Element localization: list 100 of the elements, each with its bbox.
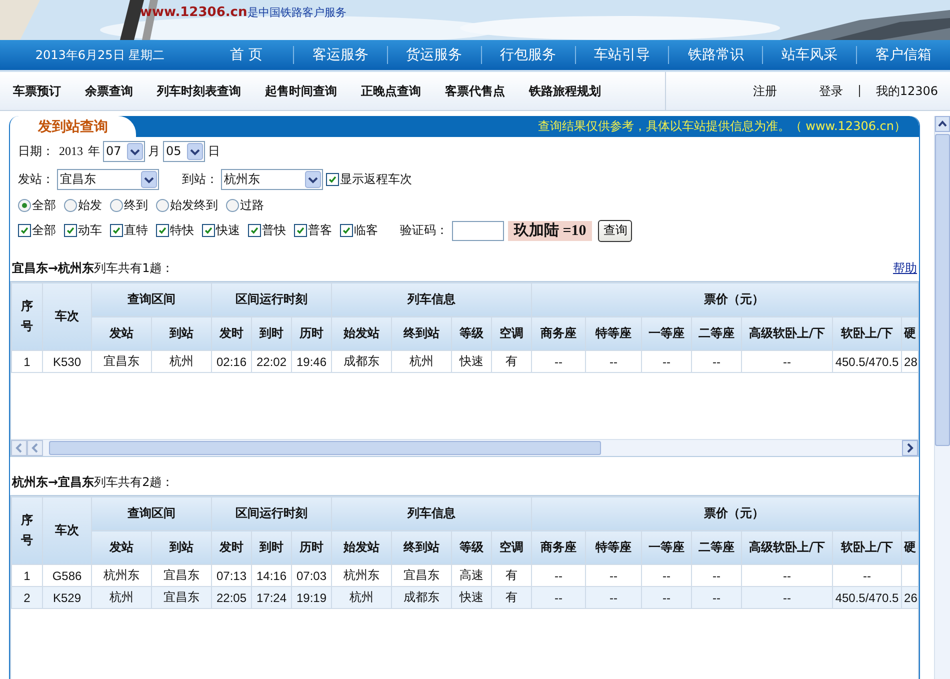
account-link[interactable]: 我的12306 (858, 85, 938, 97)
horizontal-scrollbar[interactable] (11, 439, 918, 456)
sub-nav-link[interactable]: 起售时间查询 (265, 82, 337, 100)
table-cell: 450.5/470.5 (832, 350, 902, 372)
sub-nav-link[interactable]: 正晚点查询 (361, 82, 421, 100)
nav-link[interactable]: 客户信箱 (856, 46, 950, 64)
column-header: 高级软卧上/下 (742, 316, 833, 350)
account-link[interactable]: 登录 (792, 82, 859, 100)
radio-label: 过路 (240, 197, 264, 214)
sub-nav-link[interactable]: 车票预订 (13, 82, 61, 100)
captcha-field[interactable] (452, 220, 504, 240)
table-cell: 杭州 (92, 586, 152, 608)
checkbox[interactable] (156, 224, 169, 237)
checkbox-label: 临客 (354, 222, 378, 239)
column-header: 二等座 (692, 530, 742, 564)
checkbox[interactable] (294, 224, 307, 237)
table-cell: -- (692, 564, 742, 586)
column-header: 到站 (152, 316, 212, 350)
checkbox[interactable] (64, 224, 77, 237)
column-header: 发时 (212, 316, 252, 350)
radio-button[interactable] (18, 199, 31, 212)
scroll-thumb[interactable] (935, 134, 950, 446)
column-header: 票价（元） (532, 496, 918, 530)
column-header: 列车信息 (332, 282, 532, 316)
checkbox[interactable] (326, 172, 339, 186)
table-cell: 14:16 (252, 564, 292, 586)
table-cell: 宜昌东 (392, 564, 452, 586)
table-cell: 宜昌东 (92, 350, 152, 372)
column-header: 发站 (92, 316, 152, 350)
result-summary: 宜昌东→杭州东列车共有1趟： (12, 260, 174, 276)
field-label: 日期： (18, 142, 54, 160)
field-label: 验证码： (400, 222, 448, 239)
date-text: 2013年6月25日 星期二 (34, 46, 166, 64)
scroll-thumb[interactable] (49, 441, 601, 455)
column-header: 车次 (42, 496, 92, 564)
table-cell: -- (742, 350, 833, 372)
checkbox[interactable] (202, 224, 215, 237)
table-cell: 22:02 (252, 350, 292, 372)
column-header: 硬 (902, 530, 918, 564)
month-select[interactable]: 07 (103, 140, 145, 162)
table-cell: 成都东 (392, 586, 452, 608)
nav-link[interactable]: 铁路常识 (668, 46, 762, 64)
radio-label: 终到 (124, 197, 148, 214)
checkbox[interactable] (248, 224, 261, 237)
radio-button[interactable] (156, 199, 169, 212)
account-link[interactable]: 注册 (726, 82, 793, 100)
sub-nav-link[interactable]: 列车时刻表查询 (157, 82, 241, 100)
table-cell: -- (642, 564, 692, 586)
sub-nav-link[interactable]: 余票查询 (85, 82, 133, 100)
nav-link[interactable]: 站车风采 (762, 46, 856, 64)
station-select[interactable]: 宜昌东 (57, 168, 159, 190)
checkbox[interactable] (340, 224, 353, 237)
column-header: 硬 (902, 316, 918, 350)
column-header: 到时 (252, 316, 292, 350)
radio-button[interactable] (64, 199, 77, 212)
checkbox-label: 快速 (216, 222, 240, 239)
site-tagline: www.12306.cn是中国铁路客户服务 (140, 5, 346, 20)
table-cell: -- (692, 586, 742, 608)
table-cell: -- (586, 564, 642, 586)
table-cell: 2 (12, 586, 42, 608)
nav-link[interactable]: 首 页 (200, 46, 293, 64)
station-select[interactable]: 杭州东 (221, 168, 323, 190)
column-header: 查询区间 (92, 282, 212, 316)
sub-nav-link[interactable]: 铁路旅程规划 (529, 82, 601, 100)
checkbox-label: 特快 (170, 222, 194, 239)
day-select[interactable]: 05 (163, 140, 205, 162)
table-cell: 宜昌东 (152, 586, 212, 608)
nav-link[interactable]: 车站引导 (574, 46, 668, 64)
checkbox[interactable] (18, 224, 31, 237)
table-cell: -- (532, 564, 586, 586)
checkbox-label: 全部 (32, 222, 56, 239)
vertical-scrollbar[interactable] (934, 116, 950, 679)
nav-link[interactable]: 客运服务 (292, 46, 387, 64)
nav-link[interactable]: 行包服务 (480, 46, 574, 64)
sub-nav-link[interactable]: 客票代售点 (445, 82, 505, 100)
column-header: 历时 (292, 530, 332, 564)
query-button[interactable]: 查询 (598, 220, 632, 242)
table-cell: 杭州东 (92, 564, 152, 586)
captcha-image: 玖加陆 =10 (508, 220, 592, 240)
column-header: 始发站 (332, 530, 392, 564)
notice-text: 查询结果仅供参考，具体以车站提供信息为准。（ www.12306.cn） (538, 118, 906, 135)
column-header: 历时 (292, 316, 332, 350)
field-label: 日 (208, 142, 220, 160)
checkbox-label: 动车 (78, 222, 102, 239)
table-cell: 有 (492, 350, 532, 372)
radio-button[interactable] (226, 199, 239, 212)
help-link[interactable]: 帮助 (893, 260, 917, 276)
checkbox-label: 显示返程车次 (340, 170, 412, 188)
table-cell: 快速 (452, 586, 492, 608)
table-cell: -- (832, 564, 902, 586)
column-header: 终到站 (392, 316, 452, 350)
column-header: 等级 (452, 316, 492, 350)
nav-link[interactable]: 货运服务 (386, 46, 481, 64)
column-header: 等级 (452, 530, 492, 564)
panel-tab[interactable]: 发到站查询 (10, 116, 136, 137)
table-cell: 宜昌东 (152, 564, 212, 586)
checkbox[interactable] (110, 224, 123, 237)
table-cell: 17:24 (252, 586, 292, 608)
radio-button[interactable] (110, 199, 123, 212)
table-cell: 杭州 (332, 586, 392, 608)
